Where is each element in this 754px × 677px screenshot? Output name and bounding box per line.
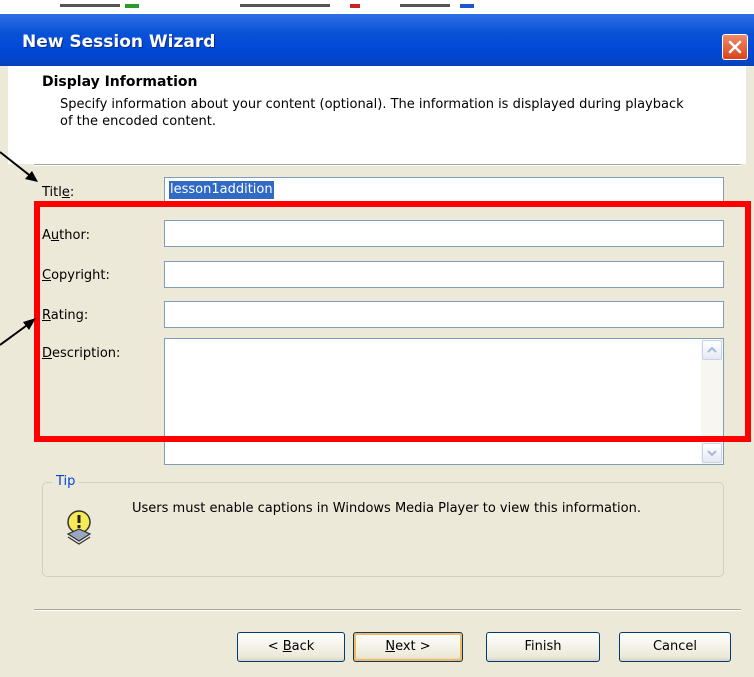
annotation-arrows (0, 151, 38, 346)
annotation-arrow-box (0, 318, 36, 346)
annotation-arrow-title (0, 151, 38, 182)
